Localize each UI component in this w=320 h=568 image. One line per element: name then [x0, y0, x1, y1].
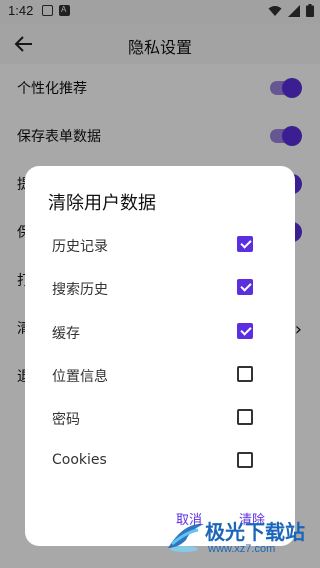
option-history[interactable]: 历史记录 [25, 225, 295, 265]
passwords-checkbox[interactable] [237, 409, 253, 425]
option-label: Cookies [52, 452, 107, 468]
watermark-text: 极光下载站 [205, 522, 305, 544]
option-label: 历史记录 [52, 239, 108, 255]
dialog-title: 清除用户数据 [48, 193, 156, 214]
option-location[interactable]: 位置信息 [25, 355, 295, 395]
option-cookies[interactable]: Cookies [25, 441, 295, 481]
watermark-url: www.xz7.com [208, 543, 276, 555]
clear-user-data-dialog: 清除用户数据 历史记录 搜索历史 缓存 位置信息 密码 Cookies 取消 清… [25, 166, 295, 546]
option-cache[interactable]: 缓存 [25, 312, 295, 352]
option-label: 缓存 [52, 326, 80, 342]
watermark-logo-icon [168, 523, 204, 552]
option-search-history[interactable]: 搜索历史 [25, 268, 295, 308]
search-history-checkbox[interactable] [237, 279, 253, 295]
history-checkbox[interactable] [237, 236, 253, 252]
site-watermark: 极光下载站 www.xz7.com [164, 512, 320, 562]
location-checkbox[interactable] [237, 366, 253, 382]
option-label: 搜索历史 [52, 282, 108, 298]
option-label: 密码 [52, 412, 80, 428]
option-passwords[interactable]: 密码 [25, 398, 295, 438]
cache-checkbox[interactable] [237, 323, 253, 339]
option-label: 位置信息 [52, 369, 108, 385]
cookies-checkbox[interactable] [237, 452, 253, 468]
